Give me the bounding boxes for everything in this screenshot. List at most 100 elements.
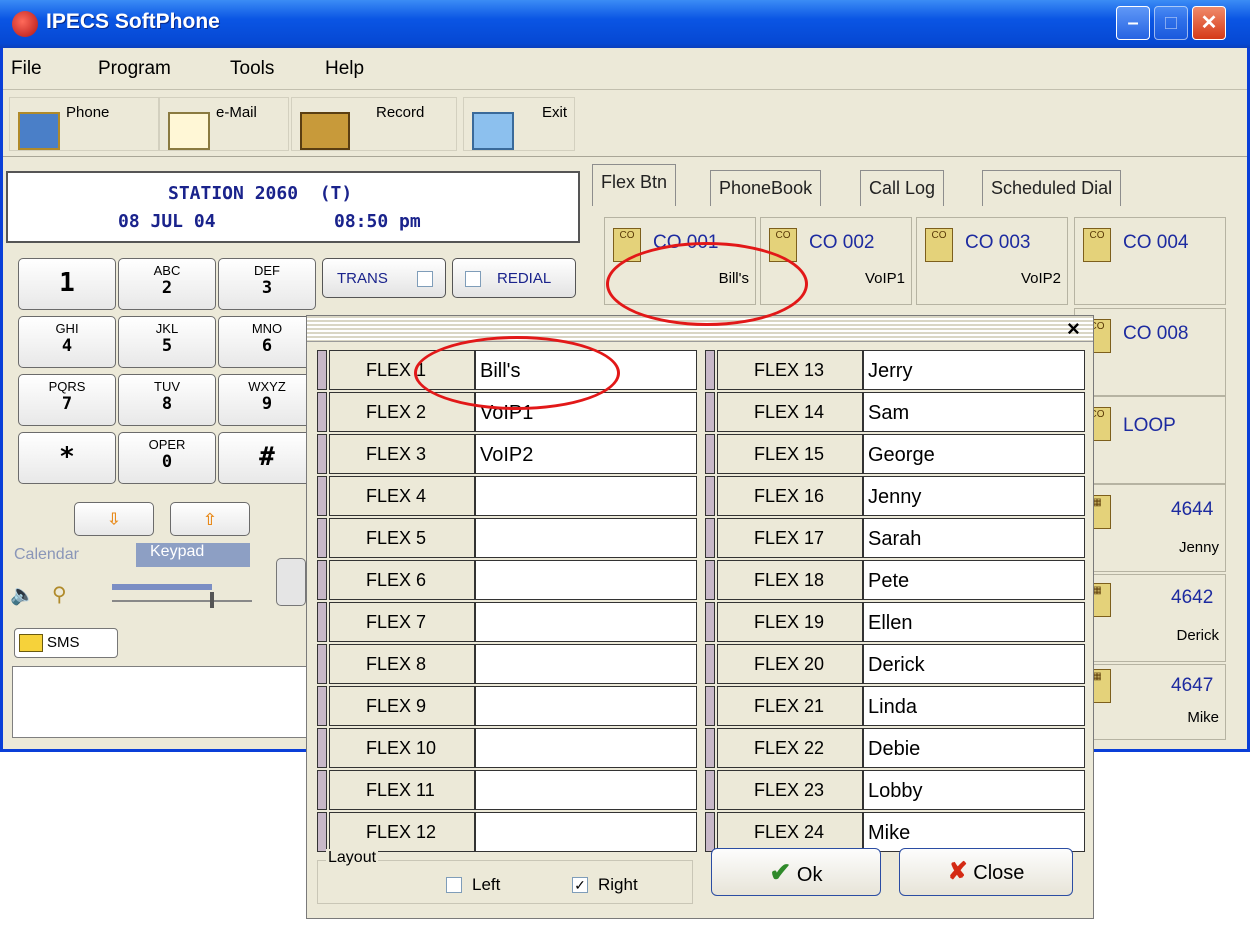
key-2[interactable]: ABC 2 [118,258,216,310]
keypad-tab[interactable]: Keypad [136,543,250,567]
redial-button[interactable]: REDIAL [452,258,576,298]
key-hash[interactable]: # [218,432,316,484]
minimize-button[interactable]: – [1116,6,1150,40]
ok-button[interactable]: ✔ Ok [711,848,881,896]
close-window-button[interactable]: ✕ [1192,6,1226,40]
tab-flex-btn[interactable]: Flex Btn [592,164,677,206]
key-4[interactable]: GHI 4 [18,316,116,368]
key-5[interactable]: JKL 5 [118,316,216,368]
key-1[interactable]: 1 [18,258,116,310]
email-toolbar-button[interactable]: e-Mail [159,97,289,151]
flex-name-input[interactable] [475,602,697,642]
row-handle[interactable] [317,518,327,558]
flex-button-4642[interactable]: ▦ 4642 Derick [1074,574,1226,662]
close-button[interactable]: ✘ Close [899,848,1073,896]
sms-button[interactable]: SMS [14,628,118,658]
flex-name-input[interactable] [475,770,697,810]
row-handle[interactable] [705,560,715,600]
row-handle[interactable] [705,434,715,474]
row-handle[interactable] [317,686,327,726]
flex-name-input[interactable] [475,518,697,558]
row-handle[interactable] [317,812,327,852]
flex-name-input[interactable]: Jenny [863,476,1085,516]
redial-checkbox[interactable] [465,271,481,287]
tab-scheduled-dial[interactable]: Scheduled Dial [982,170,1122,206]
key-0[interactable]: OPER 0 [118,432,216,484]
row-handle[interactable] [705,728,715,768]
slider-thumb[interactable] [210,592,214,608]
menu-help[interactable]: Help [325,58,364,80]
row-handle[interactable] [705,812,715,852]
exit-toolbar-button[interactable]: Exit [463,97,575,151]
calendar-tab[interactable]: Calendar [14,546,79,564]
flex-name-input[interactable]: Ellen [863,602,1085,642]
tab-phonebook[interactable]: PhoneBook [710,170,822,206]
trans-button[interactable]: TRANS [322,258,446,298]
flex-button-co008[interactable]: CO CO 008 [1074,308,1226,396]
maximize-button[interactable]: □ [1154,6,1188,40]
volume-slider[interactable] [112,578,252,608]
flex-name-input[interactable] [475,644,697,684]
phone-toolbar-button[interactable]: Phone [9,97,159,151]
trans-checkbox[interactable] [417,271,433,287]
row-handle[interactable] [317,770,327,810]
handset-button[interactable] [276,558,306,606]
menu-program[interactable]: Program [98,58,171,80]
row-handle[interactable] [317,602,327,642]
flex-name-input[interactable]: George [863,434,1085,474]
menu-tools[interactable]: Tools [230,58,274,80]
flex-name-input[interactable]: Sarah [863,518,1085,558]
key-6[interactable]: MNO 6 [218,316,316,368]
key-3[interactable]: DEF 3 [218,258,316,310]
flex-name-input[interactable] [475,476,697,516]
flex-name-input[interactable]: Sam [863,392,1085,432]
row-handle[interactable] [705,392,715,432]
row-handle[interactable] [705,686,715,726]
row-handle[interactable] [705,644,715,684]
flex-name-input[interactable]: VoIP2 [475,434,697,474]
row-handle[interactable] [317,728,327,768]
flex-name-input[interactable]: Linda [863,686,1085,726]
key-star[interactable]: * [18,432,116,484]
flex-name-input[interactable] [475,728,697,768]
key-7[interactable]: PQRS 7 [18,374,116,426]
record-toolbar-button[interactable]: Record [291,97,457,151]
tab-call-log[interactable]: Call Log [860,170,945,206]
flex-name-input[interactable]: Pete [863,560,1085,600]
flex-button-co003[interactable]: CO CO 003 VoIP2 [916,217,1068,305]
title-bar[interactable]: IPECS SoftPhone – □ ✕ [0,0,1250,48]
row-handle[interactable] [705,770,715,810]
row-handle[interactable] [317,434,327,474]
flex-button-loop[interactable]: CO LOOP [1074,396,1226,484]
row-handle[interactable] [705,602,715,642]
microphone-icon[interactable]: ⚲ [52,582,67,607]
flex-name-input[interactable]: Mike [863,812,1085,852]
flex-button-4644[interactable]: ▦ 4644 Jenny [1074,484,1226,572]
scroll-up-button[interactable]: ⇧ [170,502,250,536]
flex-name-input[interactable]: Jerry [863,350,1085,390]
row-handle[interactable] [317,644,327,684]
menu-file[interactable]: File [11,58,42,80]
row-handle[interactable] [317,476,327,516]
flex-name-input[interactable]: Debie [863,728,1085,768]
row-handle[interactable] [705,476,715,516]
flex-name-input[interactable] [475,812,697,852]
row-handle[interactable] [317,350,327,390]
row-handle[interactable] [317,560,327,600]
speaker-icon[interactable]: 🔈 [10,582,35,607]
flex-name-input[interactable] [475,686,697,726]
flex-button-co004[interactable]: CO CO 004 [1074,217,1226,305]
right-checkbox[interactable]: ✓ [572,877,588,893]
flex-name-input[interactable]: Lobby [863,770,1085,810]
key-9[interactable]: WXYZ 9 [218,374,316,426]
row-handle[interactable] [317,392,327,432]
row-handle[interactable] [705,518,715,558]
dialog-close-x[interactable]: × [1067,316,1080,342]
flex-name-input[interactable] [475,560,697,600]
scroll-down-button[interactable]: ⇩ [74,502,154,536]
row-handle[interactable] [705,350,715,390]
flex-button-4647[interactable]: ▦ 4647 Mike [1074,664,1226,740]
left-checkbox[interactable] [446,877,462,893]
flex-name-input[interactable]: Derick [863,644,1085,684]
key-8[interactable]: TUV 8 [118,374,216,426]
